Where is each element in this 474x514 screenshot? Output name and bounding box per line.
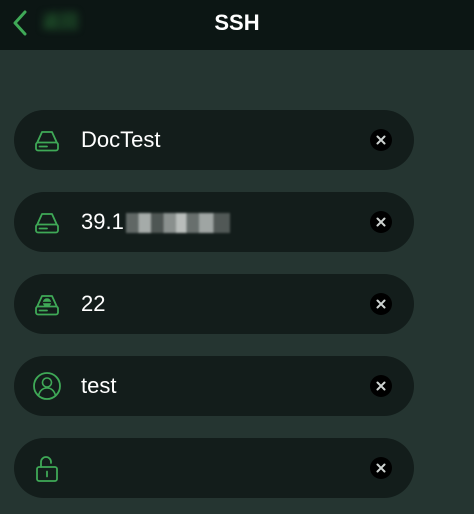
host-field[interactable]: 39.1 [14, 192, 414, 252]
name-value[interactable]: DocTest [81, 110, 160, 170]
user-icon [33, 372, 61, 400]
clear-button[interactable] [370, 129, 392, 151]
host-value-text: 39.1 [81, 209, 124, 234]
masked-ip-suffix [125, 213, 230, 234]
clear-button[interactable] [370, 211, 392, 233]
clear-icon [376, 135, 386, 145]
unlock-icon [36, 456, 58, 482]
username-value[interactable]: test [81, 356, 116, 416]
clear-button[interactable] [370, 293, 392, 315]
host-value[interactable]: 39.1 [81, 192, 230, 252]
clear-icon [376, 217, 386, 227]
page-title: SSH [214, 10, 260, 35]
drive-port-icon [35, 295, 59, 316]
clear-icon [376, 463, 386, 473]
nav-bar: 返回 SSH [0, 0, 474, 50]
username-field[interactable]: test [14, 356, 414, 416]
port-value[interactable]: 22 [81, 274, 105, 334]
clear-button[interactable] [370, 375, 392, 397]
drive-icon [35, 131, 59, 152]
clear-button[interactable] [370, 457, 392, 479]
clear-icon [376, 299, 386, 309]
name-field[interactable]: DocTest [14, 110, 414, 170]
password-field[interactable] [14, 438, 414, 498]
clear-icon [376, 381, 386, 391]
drive-icon [35, 213, 59, 234]
port-field[interactable]: 22 [14, 274, 414, 334]
